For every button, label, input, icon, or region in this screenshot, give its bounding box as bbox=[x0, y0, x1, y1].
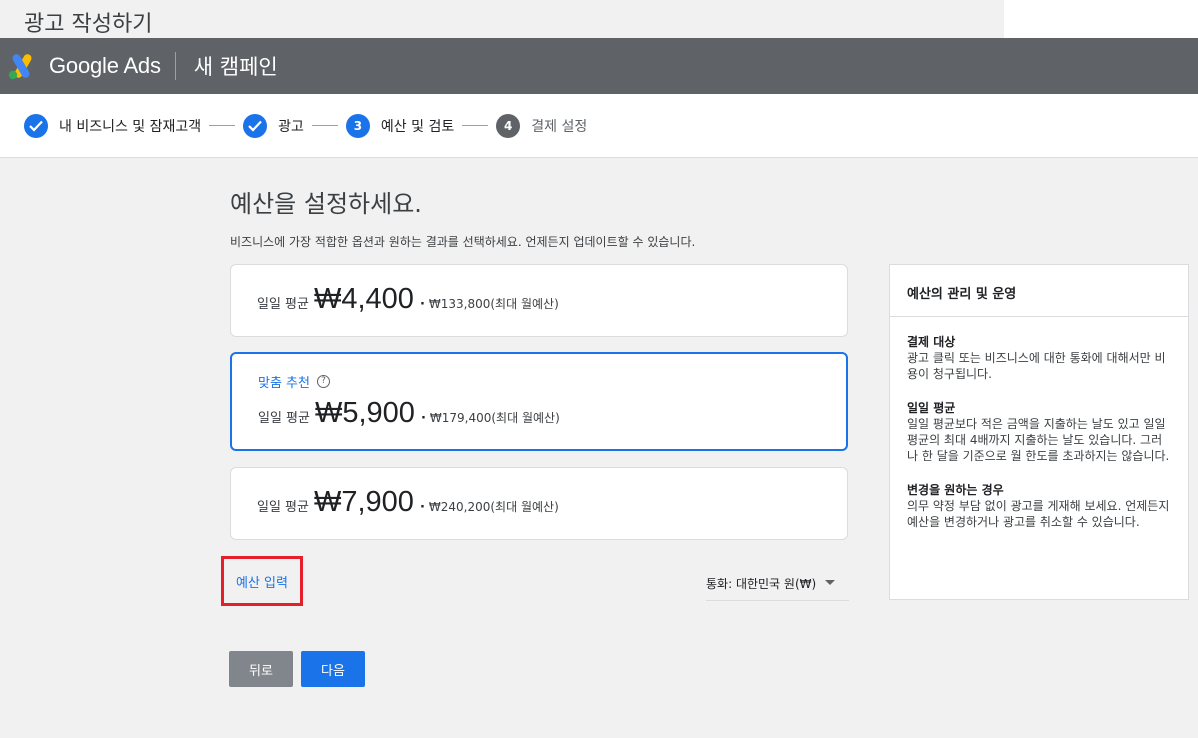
title-bar-blank bbox=[1004, 0, 1198, 38]
help-section-daily-average: 일일 평균 일일 평균보다 적은 금액을 지출하는 날도 있고 일일 평균의 최… bbox=[907, 400, 1171, 464]
recommended-tag: 맞춤 추천 ? bbox=[258, 372, 330, 391]
step-budget-review[interactable]: 3 예산 및 검토 bbox=[345, 113, 455, 138]
step-connector bbox=[462, 125, 489, 126]
option-price: ₩7,900 bbox=[313, 486, 414, 518]
dropdown-arrow-icon bbox=[825, 580, 836, 585]
help-panel: 예산의 관리 및 운영 결제 대상 광고 클릭 또는 비즈니스에 대한 통화에 … bbox=[889, 264, 1189, 600]
recommend-label: 맞춤 추천 bbox=[258, 376, 310, 391]
step-label: 광고 bbox=[278, 118, 304, 135]
currency-value: 통화: 대한민국 원(₩) bbox=[706, 577, 817, 591]
help-section-billing: 결제 대상 광고 클릭 또는 비즈니스에 대한 통화에 대해서만 비용이 청구됩… bbox=[907, 334, 1171, 382]
currency-select[interactable]: 통화: 대한민국 원(₩) bbox=[706, 575, 849, 601]
step-connector bbox=[311, 125, 338, 126]
custom-budget-link[interactable]: 예산 입력 bbox=[236, 572, 288, 591]
option-label: 일일 평균 bbox=[258, 411, 310, 426]
progress-stepper: 내 비즈니스 및 잠재고객 광고 3 예산 및 검토 4 결제 설정 bbox=[0, 94, 1198, 158]
page-title: 예산을 설정하세요. bbox=[230, 190, 422, 218]
checkmark-icon bbox=[24, 113, 48, 138]
option-price: ₩5,900 bbox=[314, 397, 415, 429]
step-label: 결제 설정 bbox=[531, 118, 588, 135]
custom-budget-highlight: 예산 입력 bbox=[221, 556, 303, 606]
budget-option-1[interactable]: 일일 평균 ₩4,400 · ₩133,800(최대 월예산) bbox=[230, 264, 848, 337]
option-monthly: ₩179,400(최대 월예산) bbox=[429, 411, 560, 425]
google-ads-logo-icon[interactable] bbox=[7, 51, 37, 81]
option-monthly: ₩133,800(최대 월예산) bbox=[428, 297, 559, 311]
brand-name[interactable]: Google Ads bbox=[49, 53, 161, 79]
step-ad[interactable]: 광고 bbox=[243, 113, 304, 138]
help-icon[interactable]: ? bbox=[316, 375, 330, 388]
budget-option-2[interactable]: 맞춤 추천 ? 일일 평균 ₩5,900 · ₩179,400(최대 월예산) bbox=[230, 352, 848, 451]
option-label: 일일 평균 bbox=[257, 500, 309, 515]
page-subtitle: 비즈니스에 가장 적합한 옵션과 원하는 결과를 선택하세요. 언제든지 업데이… bbox=[230, 235, 696, 249]
option-label: 일일 평균 bbox=[257, 297, 309, 312]
option-monthly: ₩240,200(최대 월예산) bbox=[428, 500, 559, 514]
app-header: Google Ads 새 캠페인 bbox=[0, 38, 1198, 94]
step-label: 내 비즈니스 및 잠재고객 bbox=[59, 118, 202, 135]
step-billing[interactable]: 4 결제 설정 bbox=[496, 113, 588, 138]
section-text: 일일 평균보다 적은 금액을 지출하는 날도 있고 일일 평균의 최대 4배까지… bbox=[907, 417, 1170, 463]
header-divider bbox=[174, 52, 176, 80]
step-connector bbox=[209, 125, 236, 126]
separator-dot: · bbox=[420, 411, 426, 426]
help-section-changes: 변경을 원하는 경우 의무 약정 부담 없이 광고를 게재해 보세요. 언제든지… bbox=[907, 482, 1171, 530]
budget-option-3[interactable]: 일일 평균 ₩7,900 · ₩240,200(최대 월예산) bbox=[230, 467, 848, 540]
section-title: 결제 대상 bbox=[907, 335, 956, 349]
separator-dot: · bbox=[419, 500, 425, 515]
campaign-name: 새 캠페인 bbox=[193, 55, 278, 79]
option-price: ₩4,400 bbox=[313, 283, 414, 315]
step-business[interactable]: 내 비즈니스 및 잠재고객 bbox=[24, 113, 202, 138]
step-number-badge: 3 bbox=[345, 113, 370, 138]
checkmark-icon bbox=[243, 113, 268, 138]
help-panel-title: 예산의 관리 및 운영 bbox=[890, 265, 1188, 317]
section-title: 변경을 원하는 경우 bbox=[907, 483, 1004, 497]
section-title: 일일 평균 bbox=[907, 401, 956, 415]
step-label: 예산 및 검토 bbox=[380, 118, 455, 135]
next-button[interactable]: 다음 bbox=[301, 651, 365, 687]
section-text: 의무 약정 부담 없이 광고를 게재해 보세요. 언제든지 예산을 변경하거나 … bbox=[907, 499, 1170, 529]
separator-dot: · bbox=[419, 297, 425, 312]
step-number-badge: 4 bbox=[496, 113, 521, 138]
back-button[interactable]: 뒤로 bbox=[229, 651, 293, 687]
window-title: 광고 작성하기 bbox=[0, 0, 1004, 38]
section-text: 광고 클릭 또는 비즈니스에 대한 통화에 대해서만 비용이 청구됩니다. bbox=[907, 351, 1166, 381]
